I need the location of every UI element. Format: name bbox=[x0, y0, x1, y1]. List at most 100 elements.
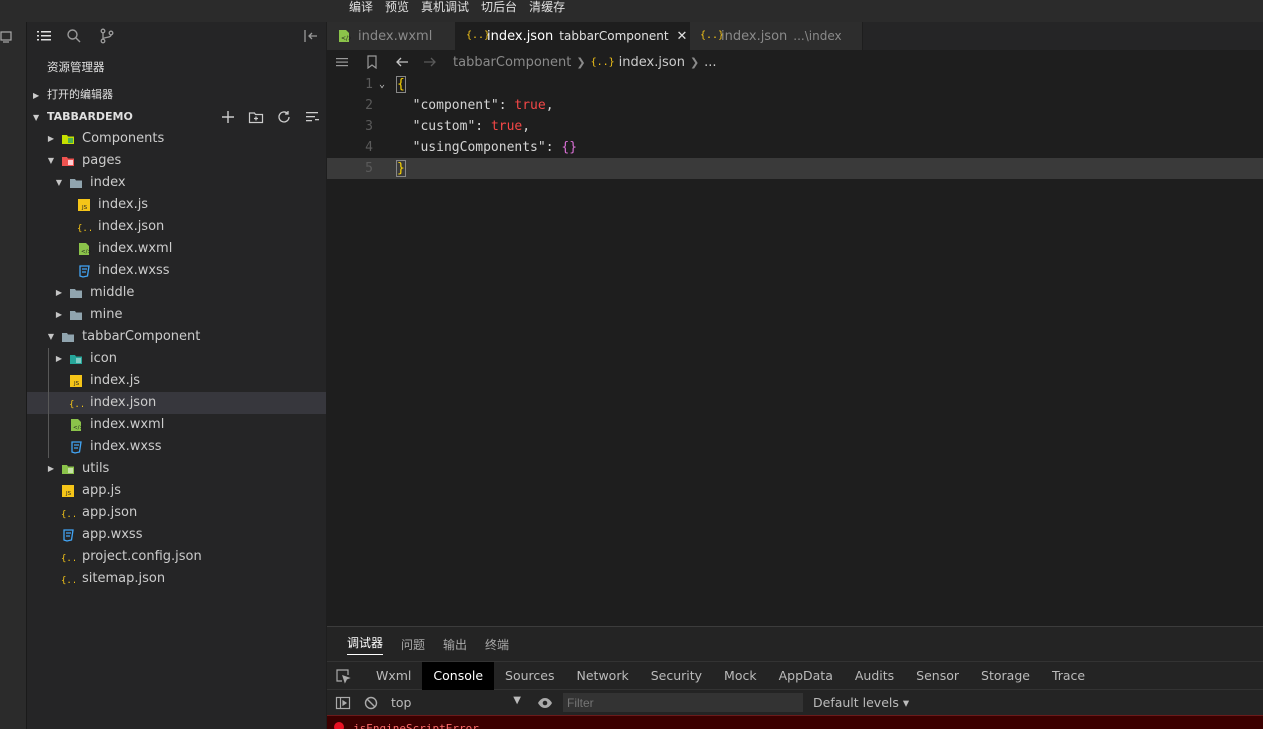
tree-item[interactable]: ▶ middle bbox=[27, 282, 326, 304]
error-icon bbox=[334, 722, 344, 729]
tree-item[interactable]: {..} index.json bbox=[27, 392, 326, 414]
tab-debugger[interactable]: 调试器 bbox=[347, 634, 384, 655]
tab-index-json-active[interactable]: {..} index.json tabbarComponent ✕ bbox=[456, 22, 690, 50]
simulator-icon[interactable] bbox=[0, 30, 14, 44]
tab-index-wxml[interactable]: </> index.wxml bbox=[327, 22, 456, 50]
chevron-right-icon: ❯ bbox=[689, 55, 700, 69]
tree-item[interactable]: ▶ icon bbox=[27, 348, 326, 370]
tree-item-label: index bbox=[90, 175, 126, 190]
outline-list-icon[interactable] bbox=[335, 55, 349, 69]
preview-button[interactable]: 预览 bbox=[385, 0, 409, 14]
panel-tab-sources[interactable]: Sources bbox=[494, 662, 565, 690]
panel-tab-storage[interactable]: Storage bbox=[970, 662, 1041, 690]
chevron-right-icon: ❯ bbox=[576, 55, 586, 69]
tree-item[interactable]: ▶ Components bbox=[27, 128, 326, 150]
code-text: "custom": true, bbox=[412, 119, 531, 134]
utils-folder-icon bbox=[62, 465, 74, 474]
tree-item[interactable]: index.wxss bbox=[27, 436, 326, 458]
fold-chevron-icon[interactable]: ⌄ bbox=[379, 74, 385, 95]
panel-tab-security[interactable]: Security bbox=[640, 662, 713, 690]
sidebar-toggle-icon[interactable] bbox=[335, 695, 351, 711]
explorer-title: 资源管理器 bbox=[47, 60, 105, 74]
chevron-right-icon[interactable]: ▶ bbox=[53, 304, 65, 326]
bookmark-icon[interactable] bbox=[365, 55, 379, 69]
tree-item[interactable]: </> index.wxml bbox=[27, 414, 326, 436]
list-icon[interactable] bbox=[36, 28, 52, 44]
chevron-right-icon[interactable]: ▶ bbox=[45, 128, 57, 150]
chevron-right-icon[interactable]: ▶ bbox=[53, 348, 65, 370]
tree-item[interactable]: index.wxss bbox=[27, 260, 326, 282]
tree-item-label: utils bbox=[82, 461, 110, 476]
refresh-icon[interactable] bbox=[276, 109, 292, 125]
panel-tab-wxml[interactable]: Wxml bbox=[365, 662, 422, 690]
chevron-down-icon[interactable]: ▼ bbox=[45, 150, 57, 172]
close-icon[interactable]: ✕ bbox=[677, 29, 688, 44]
tab-terminal[interactable]: 终端 bbox=[485, 636, 509, 653]
tree-item[interactable]: {..} project.config.json bbox=[27, 546, 326, 568]
panel-tab-appdata[interactable]: AppData bbox=[768, 662, 844, 690]
inspect-element-icon[interactable] bbox=[335, 668, 351, 684]
open-editors-section[interactable]: ▶ 打开的编辑器 bbox=[27, 84, 326, 106]
code-line: 3 "custom": true, bbox=[327, 116, 1263, 137]
tree-item[interactable]: {..} app.json bbox=[27, 502, 326, 524]
breadcrumb-more[interactable]: ... bbox=[704, 55, 716, 70]
tree-item-label: index.json bbox=[98, 219, 165, 234]
project-actions bbox=[208, 109, 320, 125]
new-file-icon[interactable] bbox=[220, 109, 236, 125]
arrow-back-icon[interactable] bbox=[395, 55, 409, 69]
background-button[interactable]: 切后台 bbox=[481, 0, 517, 14]
tree-item[interactable]: ▶ mine bbox=[27, 304, 326, 326]
project-section[interactable]: ▼ TABBARDEMO bbox=[27, 106, 326, 128]
breadcrumb-folder[interactable]: tabbarComponent bbox=[453, 55, 571, 70]
chevron-right-icon[interactable]: ▶ bbox=[45, 458, 57, 480]
open-editors-label: 打开的编辑器 bbox=[47, 88, 113, 101]
collapse-all-icon[interactable] bbox=[304, 109, 320, 125]
tab-index-json[interactable]: {..} index.json ...\index bbox=[690, 22, 863, 50]
tree-item[interactable]: JS app.js bbox=[27, 480, 326, 502]
tree-item[interactable]: ▼ pages bbox=[27, 150, 326, 172]
tree-item-label: app.wxss bbox=[82, 527, 143, 542]
svg-text:{..}: {..} bbox=[69, 400, 83, 410]
panel-tab-audits[interactable]: Audits bbox=[844, 662, 905, 690]
breadcrumb-file[interactable]: index.json bbox=[619, 55, 685, 70]
console-error-row[interactable]: jsEngineScriptError bbox=[327, 715, 1263, 729]
tab-problems[interactable]: 问题 bbox=[401, 636, 425, 653]
console-filter-input[interactable] bbox=[563, 693, 803, 712]
tree-item[interactable]: app.wxss bbox=[27, 524, 326, 546]
clear-cache-button[interactable]: 清缓存 bbox=[529, 0, 565, 14]
tree-item[interactable]: {..} sitemap.json bbox=[27, 568, 326, 590]
panel-tab-trace[interactable]: Trace bbox=[1041, 662, 1096, 690]
tree-item[interactable]: ▼ index bbox=[27, 172, 326, 194]
device-debug-button[interactable]: 真机调试 bbox=[421, 0, 469, 14]
chevron-down-icon[interactable]: ▼ bbox=[53, 172, 65, 194]
tree-item[interactable]: </> index.wxml bbox=[27, 238, 326, 260]
search-icon[interactable] bbox=[66, 28, 82, 44]
panel-tab-console[interactable]: Console bbox=[422, 661, 495, 690]
tree-item[interactable]: ▶ utils bbox=[27, 458, 326, 480]
context-selector[interactable]: top ▼ bbox=[391, 695, 521, 710]
tree-item[interactable]: ▼ tabbarComponent bbox=[27, 326, 326, 348]
breadcrumb-path: tabbarComponent ❯ {..} index.json ❯ ... bbox=[453, 50, 717, 74]
arrow-forward-icon[interactable] bbox=[423, 55, 437, 69]
panel-tab-network[interactable]: Network bbox=[566, 662, 640, 690]
code-editor[interactable]: 1 ⌄ { 2 "component": true, 3 "custom": t… bbox=[327, 74, 1263, 626]
eye-icon[interactable] bbox=[537, 695, 553, 711]
chevron-down-icon[interactable]: ▼ bbox=[45, 326, 57, 348]
chevron-right-icon[interactable]: ▶ bbox=[53, 282, 65, 304]
clear-console-icon[interactable] bbox=[363, 695, 379, 711]
tree-item-label: middle bbox=[90, 285, 135, 300]
collapse-panel-icon[interactable] bbox=[303, 28, 319, 44]
json-file-icon: {..} bbox=[61, 510, 75, 520]
source-control-icon[interactable] bbox=[99, 28, 115, 44]
compile-button[interactable]: 编译 bbox=[349, 0, 373, 14]
log-levels-dropdown[interactable]: Default levels ▾ bbox=[813, 695, 909, 710]
svg-text:{..}: {..} bbox=[77, 224, 91, 234]
tree-item[interactable]: {..} index.json bbox=[27, 216, 326, 238]
tree-item-label: index.wxss bbox=[90, 439, 162, 454]
new-folder-icon[interactable] bbox=[248, 109, 264, 125]
tree-item[interactable]: JS index.js bbox=[27, 370, 326, 392]
panel-tab-mock[interactable]: Mock bbox=[713, 662, 768, 690]
tree-item[interactable]: JS index.js bbox=[27, 194, 326, 216]
tab-output[interactable]: 输出 bbox=[443, 636, 467, 653]
panel-tab-sensor[interactable]: Sensor bbox=[905, 662, 970, 690]
